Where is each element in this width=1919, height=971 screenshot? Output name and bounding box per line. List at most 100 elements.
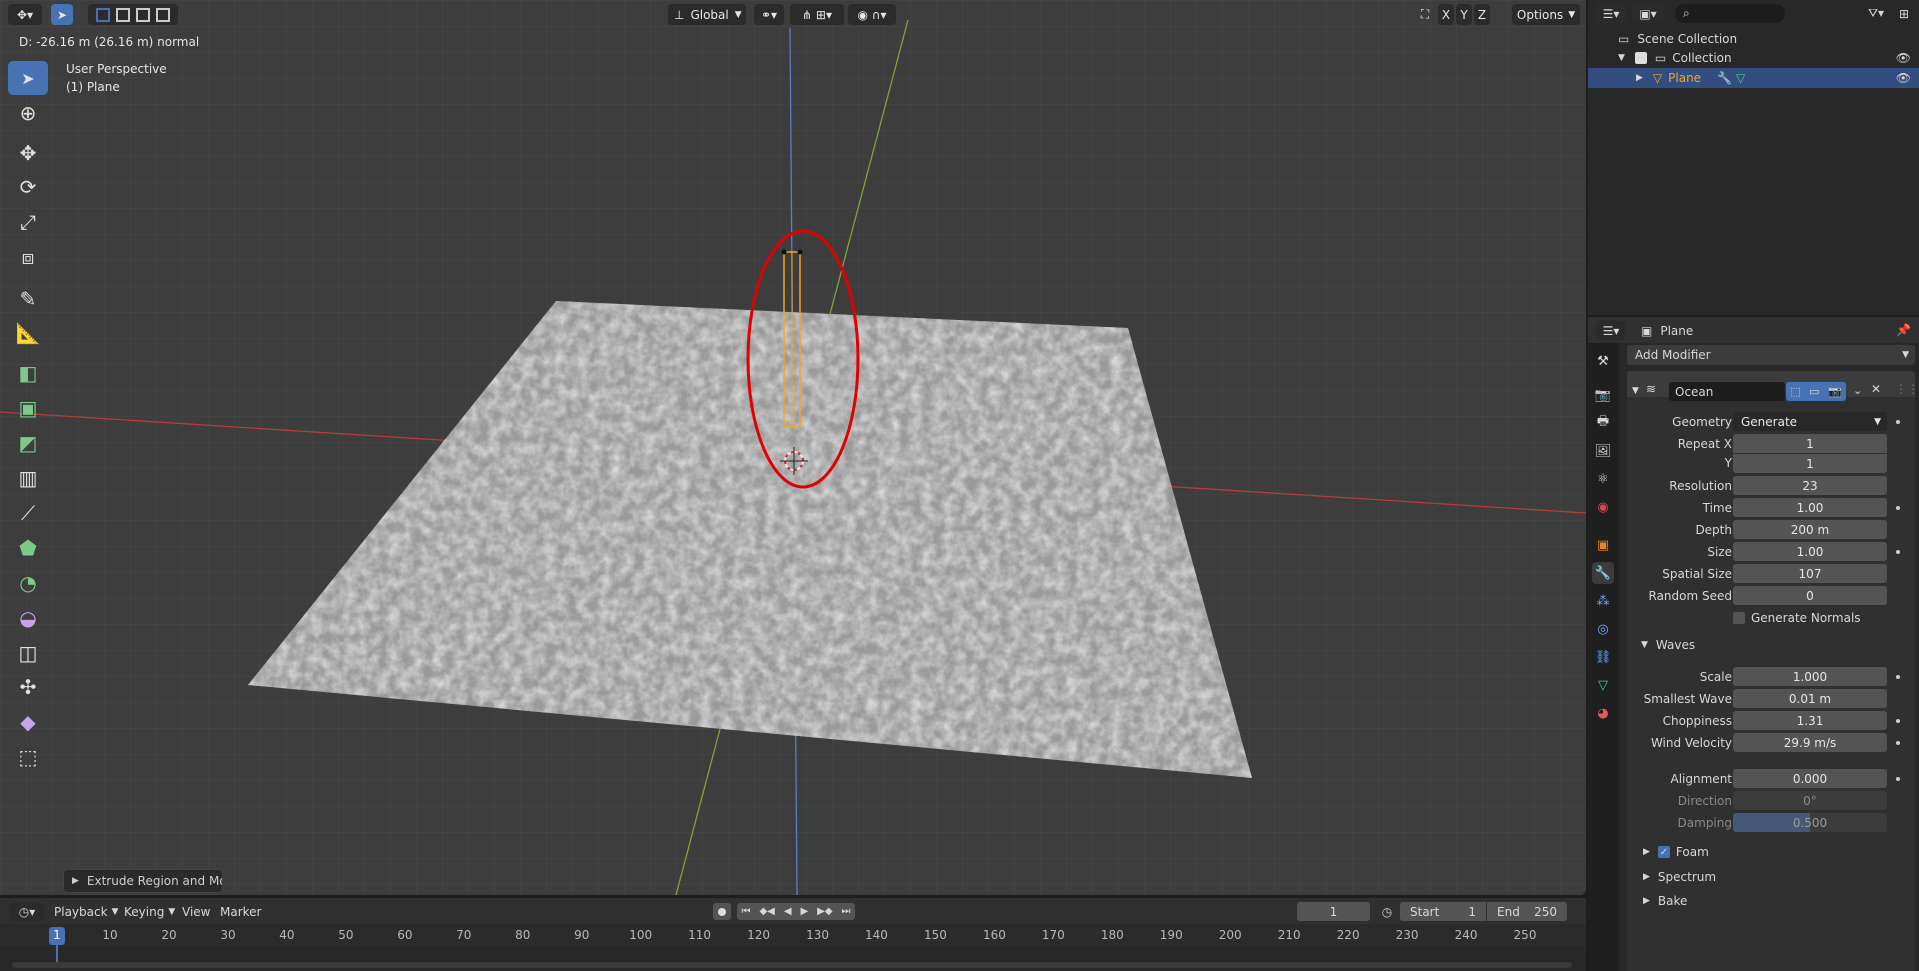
play-reverse-icon[interactable]: ◀ bbox=[784, 906, 792, 917]
tool-shrink-fatten[interactable]: ✣ bbox=[8, 670, 48, 704]
chevron-down-icon[interactable]: ▼ bbox=[1632, 386, 1639, 396]
tool-cursor[interactable]: ⊕ bbox=[8, 96, 48, 130]
tab-view-layer[interactable]: 🖼 bbox=[1592, 440, 1614, 462]
keyframe-dot[interactable] bbox=[1896, 506, 1900, 510]
collection-checkbox[interactable] bbox=[1634, 52, 1647, 64]
select-mode-button[interactable]: ➤ bbox=[51, 4, 73, 25]
tab-world[interactable]: ◉ bbox=[1592, 496, 1614, 518]
tab-physics[interactable]: ◎ bbox=[1592, 618, 1614, 640]
tab-modifiers[interactable]: 🔧 bbox=[1592, 562, 1614, 584]
tool-move[interactable]: ✥ bbox=[8, 136, 48, 170]
tab-material[interactable]: ◕ bbox=[1592, 702, 1614, 724]
transform-orientation-dropdown[interactable]: ⊥ Global ▼ bbox=[668, 4, 746, 25]
tool-extrude[interactable]: ◧ bbox=[8, 356, 48, 390]
size-field[interactable]: 1.00 bbox=[1733, 542, 1887, 561]
tool-select-box[interactable]: ➤ bbox=[8, 61, 48, 95]
prev-keyframe-icon[interactable]: ◆◀ bbox=[759, 906, 774, 917]
modifier-name-field[interactable]: Ocean bbox=[1669, 382, 1785, 401]
outliner-row-collection[interactable]: ▼ ▭ Collection 👁 bbox=[1588, 48, 1919, 68]
outliner-row-plane[interactable]: ▶ ▽ Plane 🔧 ▽ 👁 bbox=[1588, 68, 1919, 88]
keyframe-dot[interactable] bbox=[1896, 550, 1900, 554]
tool-scale[interactable]: ⤢ bbox=[8, 205, 48, 239]
time-field[interactable]: 1.00 bbox=[1733, 498, 1887, 517]
waves-panel-header[interactable]: ▼ Waves bbox=[1641, 638, 1695, 652]
keying-menu[interactable]: Keying ▼ bbox=[118, 902, 181, 921]
foam-panel-header[interactable]: ▶ ✓ Foam bbox=[1643, 845, 1709, 859]
tool-annotate[interactable]: ✎ bbox=[8, 282, 48, 316]
view-menu[interactable]: View bbox=[176, 902, 216, 921]
tab-render[interactable]: 📷 bbox=[1592, 384, 1614, 406]
random-seed-field[interactable]: 0 bbox=[1733, 586, 1887, 605]
spatial-size-field[interactable]: 107 bbox=[1733, 564, 1887, 583]
tool-transform[interactable]: ⧈ bbox=[8, 240, 48, 274]
3d-viewport[interactable]: ✥▾ ➤ ⊥ Global ▼ ⚭▾ ⋔ ⊞▾ ◉ ∩▾ ⛶ X Y Z Opt… bbox=[0, 0, 1586, 895]
play-icon[interactable]: ▶ bbox=[800, 906, 808, 917]
mirror-y-button[interactable]: Y bbox=[1456, 4, 1472, 25]
scale-field[interactable]: 1.000 bbox=[1733, 667, 1887, 686]
outliner-search-input[interactable]: ⌕ bbox=[1675, 4, 1785, 23]
viewport-canvas[interactable] bbox=[0, 0, 1586, 895]
eye-icon[interactable]: 👁 bbox=[1896, 71, 1911, 85]
keyframe-dot[interactable] bbox=[1896, 675, 1900, 679]
timeline-editor-button[interactable]: ◷▾ bbox=[10, 902, 44, 921]
mirror-z-button[interactable]: Z bbox=[1474, 4, 1490, 25]
tool-rip[interactable]: ⬚ bbox=[8, 740, 48, 774]
tool-poly-build[interactable]: ⬟ bbox=[8, 531, 48, 565]
tab-data[interactable]: ▽ bbox=[1592, 674, 1614, 696]
tool-inset[interactable]: ▣ bbox=[8, 391, 48, 425]
viewport-icon[interactable]: ▭ bbox=[1809, 385, 1819, 398]
selection-mode-group[interactable] bbox=[88, 4, 178, 25]
alignment-field[interactable]: 0.000 bbox=[1733, 769, 1887, 788]
tab-scene[interactable]: ⚛ bbox=[1592, 468, 1614, 490]
tab-particles[interactable]: ⁂ bbox=[1592, 590, 1614, 612]
frame-ruler[interactable]: 1 10 20 30 40 50 60 70 80 90 100 110 120 130 140 150 160… bbox=[0, 924, 1586, 946]
tool-knife[interactable]: ⟋ bbox=[8, 496, 48, 530]
keyframe-dot[interactable] bbox=[1896, 420, 1900, 424]
tool-shear[interactable]: ◆ bbox=[8, 705, 48, 739]
keyframe-dot[interactable] bbox=[1896, 741, 1900, 745]
drag-handle-icon[interactable]: ⋮⋮ bbox=[1895, 382, 1919, 396]
pivot-point-dropdown[interactable]: ⚭▾ bbox=[754, 4, 784, 25]
keyframe-dot[interactable] bbox=[1896, 777, 1900, 781]
options-dropdown[interactable]: Options ▼ bbox=[1512, 4, 1580, 25]
timeline-area[interactable]: 1 10 20 30 40 50 60 70 80 90 100 110 120 130 140 150 160… bbox=[0, 924, 1586, 971]
record-button[interactable] bbox=[713, 903, 731, 920]
tab-object[interactable]: ▣ bbox=[1592, 534, 1614, 556]
tab-output[interactable]: 🖶 bbox=[1592, 412, 1614, 434]
tab-tool[interactable]: ⚒ bbox=[1592, 350, 1614, 372]
playback-menu[interactable]: Playback ▼ bbox=[48, 902, 124, 921]
pin-icon[interactable]: 📌 bbox=[1896, 323, 1911, 337]
tool-bevel[interactable]: ◩ bbox=[8, 426, 48, 460]
properties-editor-button[interactable]: ☰▾ bbox=[1596, 321, 1626, 340]
tool-measure[interactable]: 📐 bbox=[8, 316, 48, 350]
repeat-y-field[interactable]: 1 bbox=[1733, 454, 1887, 473]
filter-button[interactable]: ⛛▾ bbox=[1861, 4, 1891, 23]
current-frame-field[interactable]: 1 bbox=[1297, 902, 1370, 921]
preview-range-toggle[interactable]: ◷ bbox=[1378, 902, 1396, 921]
marker-menu[interactable]: Marker bbox=[214, 902, 267, 921]
end-frame-field[interactable]: End 250 bbox=[1487, 902, 1567, 921]
tool-spin[interactable]: ◔ bbox=[8, 566, 48, 600]
close-icon[interactable]: ✕ bbox=[1871, 382, 1881, 396]
smallest-wave-field[interactable]: 0.01 m bbox=[1733, 689, 1887, 708]
bake-panel-header[interactable]: ▶ Bake bbox=[1643, 894, 1687, 908]
edit-mode-icon[interactable]: ⬚ bbox=[1790, 385, 1800, 398]
editor-type-button[interactable]: ✥▾ bbox=[8, 4, 42, 25]
wind-velocity-field[interactable]: 29.9 m/s bbox=[1733, 733, 1887, 752]
tool-rotate[interactable]: ⟳ bbox=[8, 170, 48, 204]
mirror-x-button[interactable]: X bbox=[1438, 4, 1454, 25]
repeat-x-field[interactable]: 1 bbox=[1733, 434, 1887, 453]
tab-constraints[interactable]: ⛓ bbox=[1592, 646, 1614, 668]
gizmo-toggle[interactable]: ⛶ bbox=[1414, 4, 1436, 25]
outliner-row-scene-collection[interactable]: ▭ Scene Collection bbox=[1588, 29, 1919, 49]
generate-normals-checkbox[interactable]: Generate Normals bbox=[1733, 611, 1861, 625]
jump-start-icon[interactable]: ⏮ bbox=[741, 906, 750, 917]
proportional-editing-group[interactable]: ◉ ∩▾ bbox=[848, 4, 896, 25]
direction-field[interactable]: 0° bbox=[1733, 791, 1887, 810]
playback-controls[interactable]: ⏮ ◆◀ ◀ ▶ ▶◆ ⏭ bbox=[737, 903, 855, 920]
add-modifier-dropdown[interactable]: Add Modifier ▼ bbox=[1627, 345, 1915, 365]
damping-slider[interactable]: 0.500 bbox=[1733, 813, 1887, 832]
redo-panel[interactable]: ▶ Extrude Region and Mov bbox=[63, 869, 223, 893]
start-frame-field[interactable]: Start 1 bbox=[1400, 902, 1486, 921]
modifier-visibility-group[interactable]: ⬚ ▭ 📷 bbox=[1786, 382, 1846, 401]
